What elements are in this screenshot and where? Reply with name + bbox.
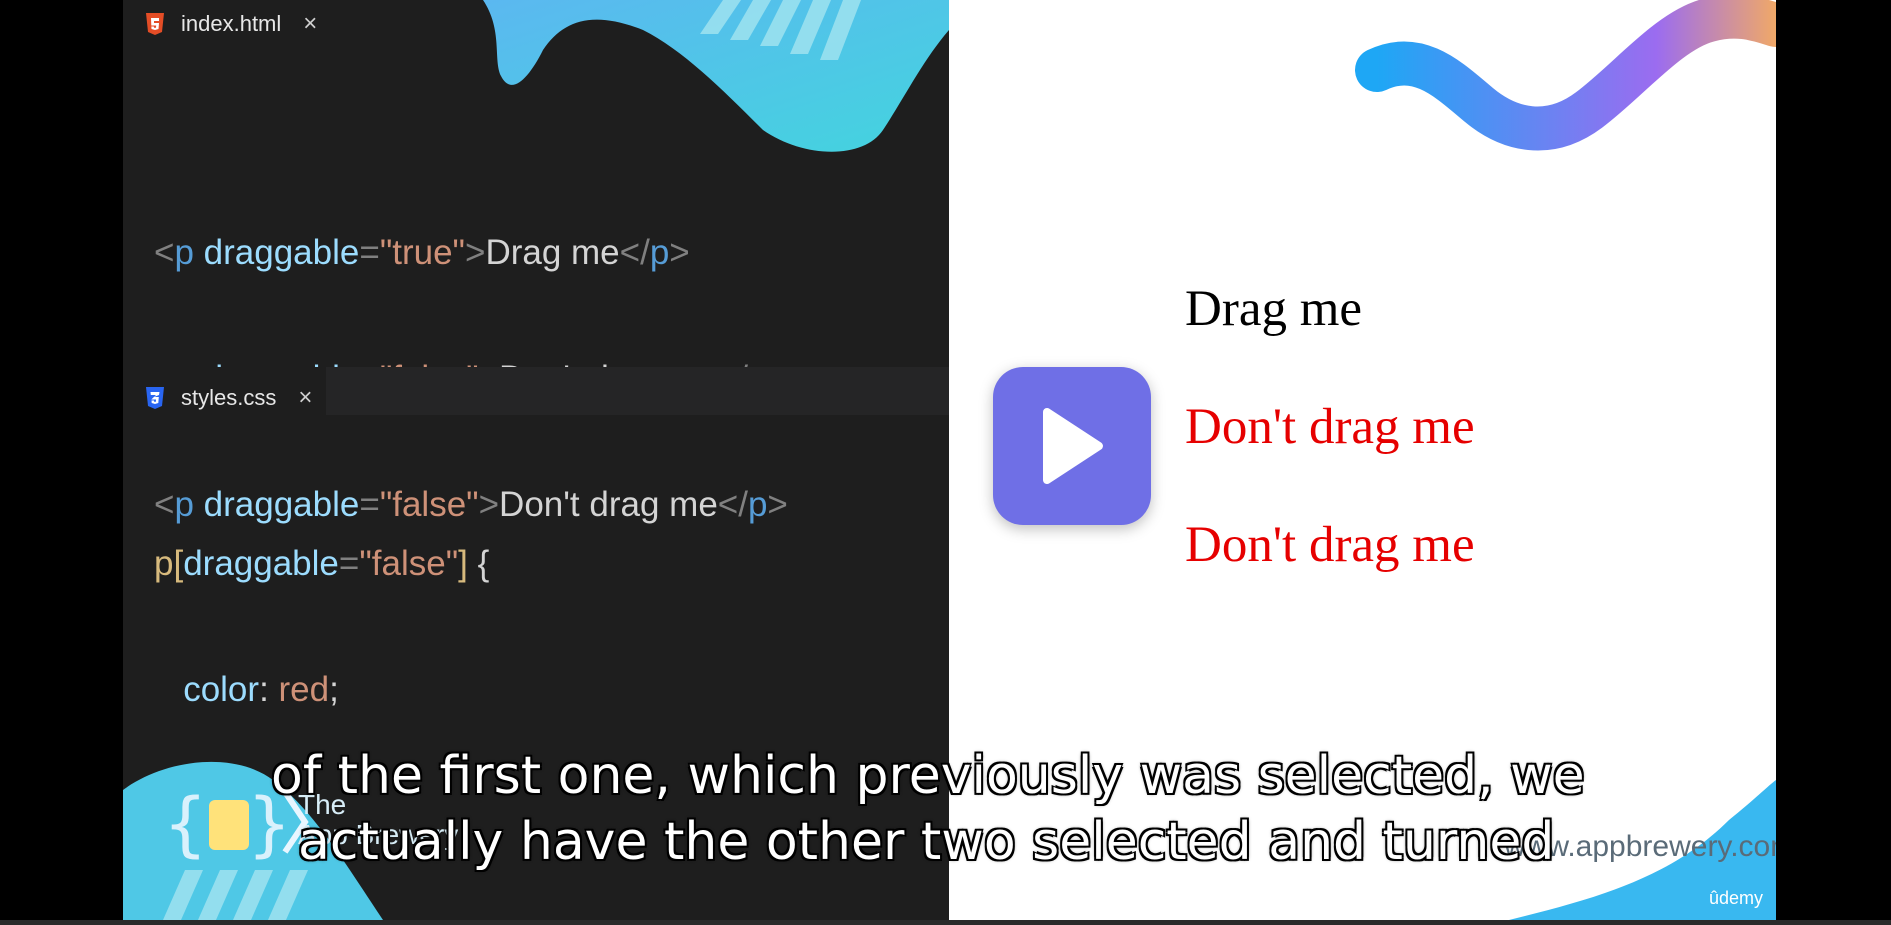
video-frame: index.html × <p draggable="true">Drag me… bbox=[123, 0, 1776, 920]
decorative-wave bbox=[1355, 0, 1776, 151]
tab-styles-css[interactable]: styles.css × bbox=[123, 367, 327, 428]
preview-text-dont-drag: Don't drag me bbox=[1185, 399, 1475, 455]
html5-icon bbox=[146, 13, 164, 35]
preview-text-drag-me[interactable]: Drag me bbox=[1185, 280, 1362, 338]
code-line: <p draggable="true">Drag me</p> bbox=[154, 233, 690, 272]
html-tab-bar: index.html × bbox=[123, 0, 949, 48]
play-icon bbox=[1043, 408, 1103, 484]
css-tab-bar: styles.css × bbox=[123, 367, 949, 428]
preview-text-dont-drag: Don't drag me bbox=[1185, 517, 1475, 573]
subtitle-line-2: actually have the other two selected and… bbox=[298, 812, 1555, 872]
tab-label: index.html bbox=[181, 11, 282, 36]
tab-label: styles.css bbox=[181, 384, 277, 410]
code-line: color: red; bbox=[183, 670, 339, 709]
player-progress-bar[interactable] bbox=[0, 920, 1891, 925]
close-icon[interactable]: × bbox=[303, 10, 317, 38]
play-button[interactable] bbox=[993, 367, 1151, 525]
tab-index-html[interactable]: index.html × bbox=[123, 0, 332, 48]
css3-icon bbox=[146, 386, 164, 409]
subtitle-line-1: of the first one, which previously was s… bbox=[271, 746, 1585, 806]
code-line: p[draggable="false"] { bbox=[154, 544, 490, 583]
close-icon[interactable]: × bbox=[298, 384, 312, 412]
svg-text:{: { bbox=[163, 783, 208, 865]
udemy-logo: ûdemy bbox=[1709, 888, 1764, 908]
